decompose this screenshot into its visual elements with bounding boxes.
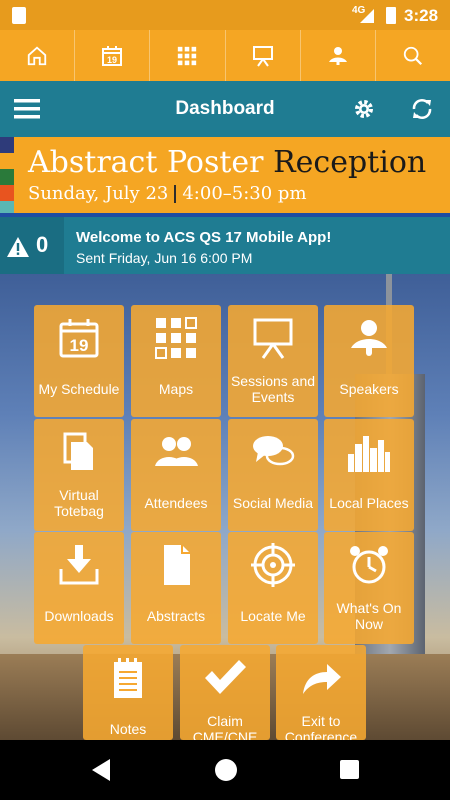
banner-headline: Abstract Poster Reception: [28, 145, 426, 180]
home-icon: [27, 46, 47, 65]
people-icon: [155, 437, 198, 466]
top-nav: 19: [0, 30, 450, 81]
tile-label: Abstracts: [146, 608, 206, 624]
clock: 3:28: [404, 6, 439, 25]
tile-social-media[interactable]: Social Media: [228, 419, 318, 531]
notepad-icon: [114, 658, 142, 698]
signal-icon: [360, 9, 374, 23]
tile-abstracts[interactable]: Abstracts: [131, 532, 221, 644]
share-arrow-icon: [303, 664, 341, 694]
tile-notes[interactable]: Notes: [83, 645, 173, 740]
nav-search[interactable]: [376, 30, 450, 81]
recent-apps-icon[interactable]: [340, 760, 359, 779]
tile-label: Locate Me: [240, 608, 306, 624]
target-icon: [251, 543, 295, 587]
tile-sessions-events[interactable]: Sessions and Events: [228, 305, 318, 417]
easel-icon: [252, 45, 273, 67]
banner-date: Sunday, July 23: [28, 183, 169, 204]
nav-speakers[interactable]: [301, 30, 376, 81]
back-icon[interactable]: [92, 759, 110, 781]
hamburger-menu-icon[interactable]: [14, 97, 40, 121]
alert-count-box: 0: [0, 217, 64, 274]
nav-schedule[interactable]: 19: [75, 30, 151, 81]
calendar-day: 19: [107, 55, 117, 65]
tile-claim-cme-cne[interactable]: Claim CME/CNE: [180, 645, 270, 745]
tile-label: Downloads: [44, 608, 114, 624]
sd-card-icon: [12, 7, 26, 24]
tile-label: Sessions and Events: [230, 373, 316, 405]
tile-attendees[interactable]: Attendees: [131, 419, 221, 531]
tile-label: Virtual Totebag: [54, 487, 104, 519]
tile-speakers[interactable]: Speakers: [324, 305, 414, 417]
tile-label: Local Places: [329, 495, 409, 511]
tile-label: Attendees: [144, 495, 208, 511]
divider: [174, 185, 177, 203]
event-banner[interactable]: Abstract Poster Reception Sunday, July 2…: [0, 137, 450, 217]
refresh-icon[interactable]: [410, 97, 434, 121]
tile-downloads[interactable]: Downloads: [34, 532, 124, 644]
title-bar: Dashboard: [0, 81, 450, 137]
calendar-icon: 19: [59, 319, 99, 358]
alert-bar[interactable]: 0 Welcome to ACS QS 17 Mobile App! Sent …: [0, 217, 450, 274]
search-icon: [403, 46, 422, 65]
city-icon: [348, 436, 390, 472]
tile-label: Social Media: [232, 495, 314, 511]
download-icon: [59, 545, 99, 585]
banner-time: 4:00–5:30 pm: [182, 183, 307, 204]
banner-headline-part1: Abstract Poster: [28, 145, 264, 180]
system-nav-bar: [0, 740, 450, 800]
battery-icon: [386, 7, 396, 24]
tile-virtual-totebag[interactable]: Virtual Totebag: [34, 419, 124, 531]
color-stripes: [0, 137, 14, 217]
easel-icon: [253, 318, 293, 359]
speaker-icon: [351, 320, 387, 356]
calendar-icon: 19: [102, 45, 123, 66]
calendar-day: 19: [70, 336, 89, 355]
warning-icon: [7, 237, 29, 257]
alert-count: 0: [36, 232, 49, 257]
documents-icon: [63, 432, 93, 470]
page-title: Dashboard: [175, 98, 275, 119]
speaker-icon: [328, 46, 347, 65]
nav-maps[interactable]: [150, 30, 226, 81]
tile-label: My Schedule: [38, 381, 120, 397]
checkmark-icon: [205, 660, 246, 694]
home-circle-icon[interactable]: [215, 759, 237, 781]
nav-home[interactable]: [0, 30, 76, 81]
tile-maps[interactable]: Maps: [131, 305, 221, 417]
alert-message: Welcome to ACS QS 17 Mobile App!: [76, 229, 332, 246]
tile-exit-to-conference[interactable]: Exit to Conference: [276, 645, 366, 745]
grid-map-icon: [178, 46, 197, 65]
tile-label: What's On Now: [336, 600, 402, 632]
alarm-clock-icon: [350, 546, 388, 584]
tile-locate-me[interactable]: Locate Me: [228, 532, 318, 644]
tile-label: Maps: [158, 381, 194, 397]
map-grid-icon: [155, 317, 197, 359]
status-bar: 4G 3:28: [0, 0, 450, 30]
tile-my-schedule[interactable]: 19 My Schedule: [34, 305, 124, 417]
tile-whats-on-now[interactable]: What's On Now: [324, 532, 414, 644]
chat-bubbles-icon: [253, 436, 295, 466]
gear-icon[interactable]: [352, 97, 376, 121]
tile-local-places[interactable]: Local Places: [324, 419, 414, 531]
alert-sent-time: Sent Friday, Jun 16 6:00 PM: [76, 250, 253, 266]
tile-label: Speakers: [339, 381, 399, 397]
banner-datetime: Sunday, July 23 4:00–5:30 pm: [28, 183, 307, 204]
banner-headline-part2: Reception: [273, 145, 427, 180]
nav-sessions[interactable]: [226, 30, 301, 81]
document-icon: [164, 545, 190, 585]
